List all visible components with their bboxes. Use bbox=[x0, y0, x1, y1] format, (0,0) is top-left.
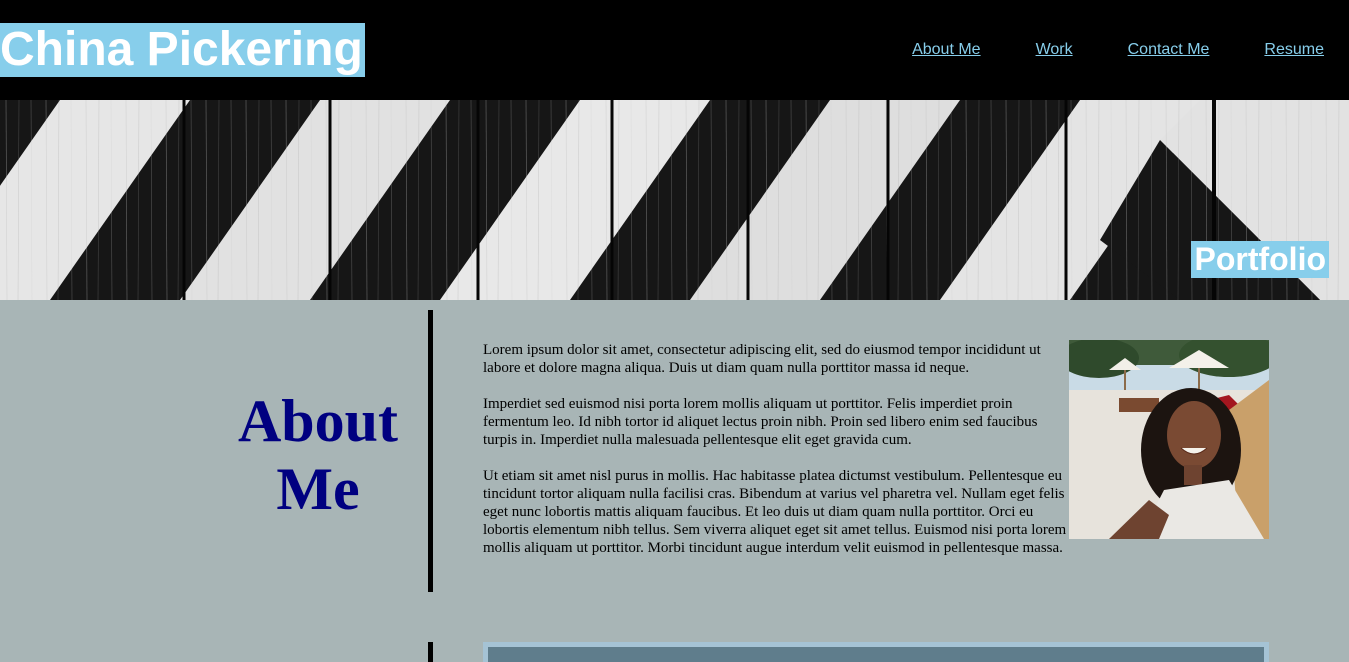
nav-link-contact-me[interactable]: Contact Me bbox=[1128, 40, 1210, 60]
striped-wood-background bbox=[0, 100, 1349, 300]
portfolio-label: Portfolio bbox=[1191, 241, 1329, 278]
nav-link-resume[interactable]: Resume bbox=[1264, 40, 1324, 60]
nav-link-work[interactable]: Work bbox=[1036, 40, 1073, 60]
hero-banner: Portfolio bbox=[0, 100, 1349, 300]
section-divider bbox=[428, 310, 433, 592]
site-title: China Pickering bbox=[0, 23, 365, 77]
about-paragraph: Ut etiam sit amet nisl purus in mollis. … bbox=[483, 468, 1067, 556]
about-text: Lorem ipsum dolor sit amet, consectetur … bbox=[483, 341, 1069, 575]
nav-link-about-me[interactable]: About Me bbox=[912, 40, 980, 60]
about-paragraph: Lorem ipsum dolor sit amet, consectetur … bbox=[483, 342, 1041, 376]
next-section-card-body bbox=[488, 647, 1264, 662]
profile-photo bbox=[1069, 340, 1269, 539]
next-section-card bbox=[483, 642, 1269, 662]
section-divider bbox=[428, 642, 433, 662]
about-paragraph: Imperdiet sed euismod nisi porta lorem m… bbox=[483, 396, 1038, 448]
main-nav: About Me Work Contact Me Resume bbox=[912, 40, 1324, 60]
site-header: China Pickering About Me Work Contact Me… bbox=[0, 0, 1349, 100]
about-heading: About Me bbox=[237, 388, 399, 522]
